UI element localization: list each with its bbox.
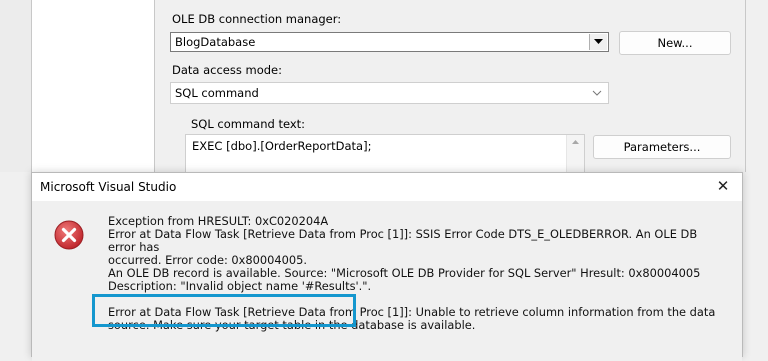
sql-command-textarea[interactable]: EXEC [dbo].[OrderReportData]; [185,134,585,174]
access-mode-select[interactable]: SQL command [170,82,609,104]
parameters-button[interactable]: Parameters... [593,135,731,159]
dialog-titlebar: Microsoft Visual Studio ✕ [32,173,742,201]
error-message-dialog: Microsoft Visual Studio ✕ Exception from… [31,172,743,361]
error-message-text: Exception from HRESULT: 0xC020204A Error… [108,215,724,332]
dropdown-arrow-icon[interactable] [589,34,607,50]
message-line: Error at Data Flow Task [Retrieve Data f… [108,227,698,254]
scroll-up-icon[interactable] [567,135,584,149]
dialog-body: Exception from HRESULT: 0xC020204A Error… [32,201,742,361]
connection-manager-select[interactable]: BlogDatabase [170,32,609,52]
left-margin [0,0,32,172]
divider [745,0,746,172]
error-icon [54,220,84,250]
sql-command-label: SQL command text: [191,117,306,131]
connection-manager-value: BlogDatabase [175,35,256,49]
dialog-title: Microsoft Visual Studio [40,180,177,194]
message-line: Description: "Invalid object name '#Resu… [108,279,372,293]
message-line: source. Make sure your target table in t… [108,318,476,332]
new-connection-button[interactable]: New... [619,31,731,55]
close-icon[interactable]: ✕ [714,177,732,195]
access-mode-value: SQL command [175,86,259,100]
sql-command-text: EXEC [dbo].[OrderReportData]; [192,139,372,153]
connection-manager-label: OLE DB connection manager: [172,12,342,26]
vertical-scrollbar[interactable] [566,135,584,173]
chevron-down-icon[interactable] [592,83,602,111]
access-mode-label: Data access mode: [172,63,283,77]
editor-navigation-pane[interactable] [32,0,155,172]
